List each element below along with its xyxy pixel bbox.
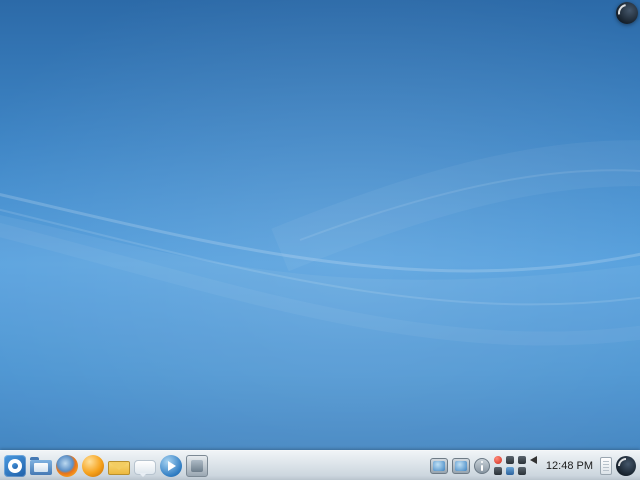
status-icon[interactable]: [505, 456, 514, 464]
system-app-icon[interactable]: [186, 454, 208, 477]
desktop: 12:48 PM: [0, 0, 640, 480]
alert-status-icon[interactable]: [493, 456, 502, 464]
digital-clock[interactable]: 12:48 PM: [543, 460, 596, 472]
launcher-area: [4, 454, 208, 477]
chat-icon[interactable]: [134, 459, 156, 477]
device-notifier-icon[interactable]: [429, 457, 448, 474]
network-status-icon[interactable]: [505, 467, 514, 475]
mail-icon[interactable]: [108, 460, 130, 475]
camera-device-icon[interactable]: [451, 457, 470, 474]
orange-app-icon[interactable]: [82, 454, 104, 477]
desktop-toolbox-cashew-icon[interactable]: [616, 2, 638, 24]
desktop-wallpaper: [0, 0, 640, 480]
system-tray: 12:48 PM: [429, 455, 636, 476]
volume-icon[interactable]: [529, 456, 537, 464]
clipboard-icon[interactable]: [600, 456, 612, 475]
firefox-icon[interactable]: [56, 454, 78, 477]
info-icon[interactable]: [473, 457, 490, 474]
status-icon[interactable]: [493, 467, 502, 475]
kde-menu-icon[interactable]: [4, 454, 26, 477]
status-icon[interactable]: [517, 467, 526, 475]
taskbar-panel: 12:48 PM: [0, 450, 640, 480]
folder-icon[interactable]: [30, 457, 52, 475]
status-icon[interactable]: [517, 456, 526, 464]
status-icon-cluster: [493, 456, 539, 476]
media-player-icon[interactable]: [160, 454, 182, 477]
panel-toolbox-cashew-icon[interactable]: [616, 455, 636, 476]
